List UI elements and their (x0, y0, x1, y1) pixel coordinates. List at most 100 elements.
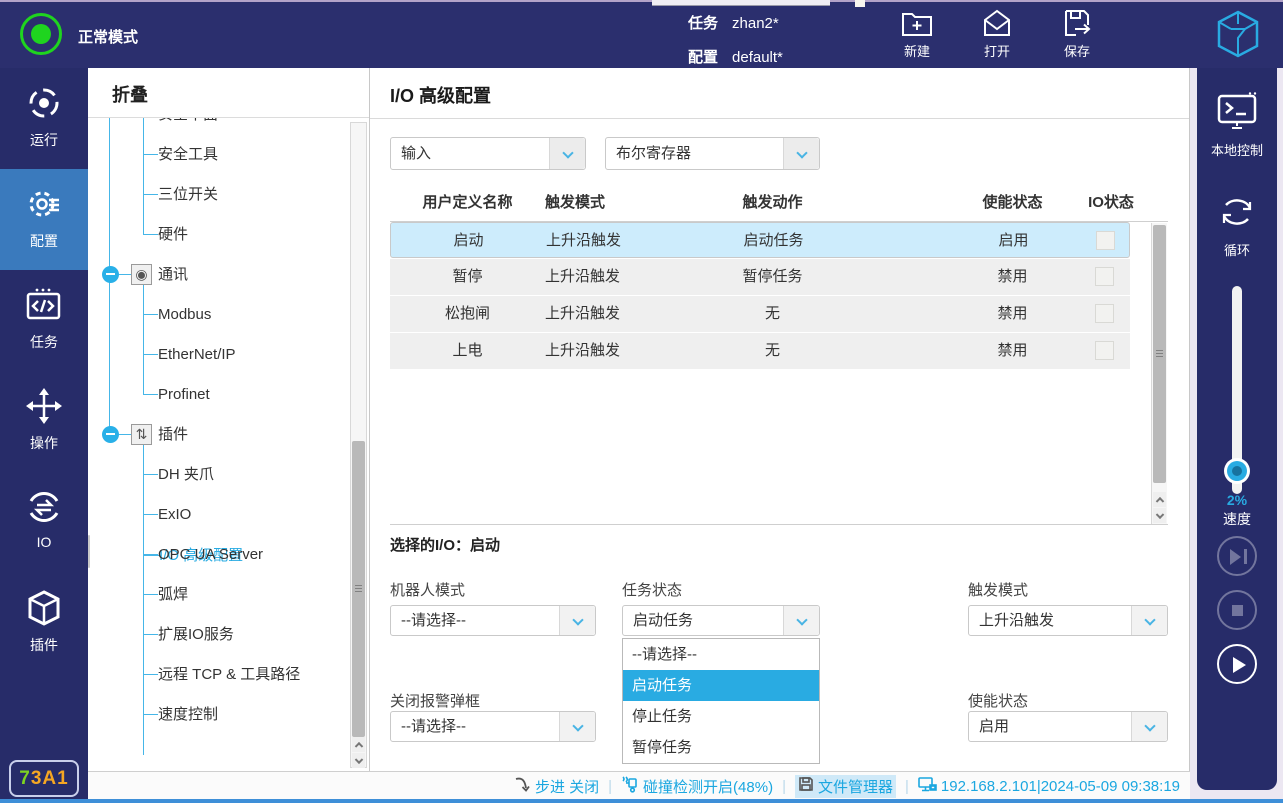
trigger-mode-value: 上升沿触发 (979, 606, 1054, 635)
close-alarm-select[interactable]: --请选择-- (390, 711, 596, 742)
task-state-select[interactable]: 启动任务 (622, 605, 820, 636)
tree-branch-tick (143, 314, 158, 315)
speed-label: 速度 (1197, 509, 1277, 529)
dropdown-option[interactable]: --请选择-- (623, 639, 819, 670)
step-forward-button[interactable] (1217, 536, 1257, 576)
step-toggle[interactable]: 步进 关闭 (514, 776, 599, 797)
tree-item[interactable]: ⇅ 插件 (88, 415, 346, 455)
table-row[interactable]: 暂停 上升沿触发 暂停任务 禁用 (390, 259, 1130, 295)
stop-icon (1232, 605, 1243, 616)
col-trigger-action: 触发动作 (665, 185, 880, 221)
table-rows: 启动 上升沿触发 启动任务 启用 暂停 上升沿触发 暂停任务 禁用 (390, 222, 1168, 369)
scroll-up-button[interactable] (1153, 492, 1166, 507)
tree-item[interactable]: 三位开关 (88, 175, 346, 215)
config-icon (0, 185, 88, 223)
table-row[interactable]: 启动 上升沿触发 启动任务 启用 (390, 222, 1130, 258)
step-label: 步进 关闭 (535, 776, 599, 797)
scroll-down-button[interactable] (352, 753, 365, 768)
nav-item-operate[interactable]: 操作 (0, 371, 88, 472)
tree-scrollbar-thumb[interactable] (352, 441, 365, 737)
register-type-value: 布尔寄存器 (616, 138, 691, 169)
enable-state-label: 使能状态 (968, 690, 1028, 711)
enable-state-value: 启用 (979, 712, 1009, 741)
stop-button[interactable] (1217, 590, 1257, 630)
scroll-up-button[interactable] (352, 737, 365, 752)
network-status[interactable]: 192.168.2.101|2024-05-09 09:38:19 (918, 776, 1180, 797)
tree-item[interactable]: OPC UA Server (88, 535, 346, 575)
io-table: 启动 上升沿触发 启动任务 启用 暂停 上升沿触发 暂停任务 禁用 (390, 221, 1168, 525)
scroll-down-button[interactable] (1153, 508, 1166, 523)
collision-detect-toggle[interactable]: 碰撞检测开启(48%) (621, 776, 773, 797)
right-rail: 本地控制 循环 2% 速度 (1197, 68, 1277, 790)
tree-item[interactable]: ExIO (88, 495, 346, 535)
collapse-node-icon[interactable] (102, 266, 119, 283)
collapse-node-icon[interactable] (102, 426, 119, 443)
tree-item[interactable]: DH 夹爪 (88, 455, 346, 495)
table-scrollbar-thumb[interactable] (1153, 225, 1166, 483)
tree-item-label: 弧焊 (158, 575, 188, 615)
tree-branch-tick (143, 714, 158, 715)
io-direction-value: 输入 (401, 138, 431, 169)
file-manager-button[interactable]: 文件管理器 (795, 775, 896, 798)
nav-item-config[interactable]: 配置 (0, 169, 88, 270)
page-title: I/O 高级配置 (390, 82, 491, 108)
play-button[interactable] (1217, 644, 1257, 684)
nav-item-io[interactable]: IO (0, 472, 88, 573)
io-state-checkbox[interactable] (1095, 341, 1114, 360)
save-icon (1049, 8, 1105, 38)
io-state-checkbox[interactable] (1095, 267, 1114, 286)
tree-node-icon: ◉ (131, 264, 152, 285)
tree-branch-tick (143, 554, 158, 555)
loop-button[interactable]: 循环 (1197, 190, 1277, 259)
file-manager-label: 文件管理器 (818, 776, 893, 797)
table-scrollbar[interactable] (1151, 223, 1167, 524)
nav-item-task[interactable]: 任务 (0, 270, 88, 371)
tree-item-label: Modbus (158, 295, 211, 335)
speed-slider-knob[interactable] (1224, 458, 1250, 484)
robot-mode-select[interactable]: --请选择-- (390, 605, 596, 636)
table-row[interactable]: 上电 上升沿触发 无 禁用 (390, 333, 1130, 369)
cell-name: 暂停 (390, 259, 545, 295)
tree-scrollbar[interactable] (350, 122, 367, 768)
dropdown-option[interactable]: 暂停任务 (623, 732, 819, 763)
tree-item[interactable]: 扩展IO服务 (88, 615, 346, 655)
dropdown-option[interactable]: 启动任务 (623, 670, 819, 701)
io-state-checkbox[interactable] (1095, 304, 1114, 323)
tree-item[interactable]: 弧焊 (88, 575, 346, 615)
save-button[interactable]: 保存 (1049, 8, 1105, 60)
cell-trigger-mode: 上升沿触发 (546, 223, 666, 259)
window-artifact (652, 0, 830, 6)
table-row[interactable]: 松抱闸 上升沿触发 无 禁用 (390, 296, 1130, 332)
tree-item[interactable]: 远程 TCP & 工具路径 (88, 655, 346, 695)
tree-item[interactable]: Modbus (88, 295, 346, 335)
tree-item[interactable]: 速度控制 (88, 695, 346, 735)
tree-item[interactable]: EtherNet/IP (88, 335, 346, 375)
new-button[interactable]: 新建 (889, 8, 945, 60)
tree-branch-tick (143, 674, 158, 675)
task-name-row: 任务zhan2* (688, 12, 779, 33)
tree-branch-tick (143, 234, 158, 235)
io-state-checkbox[interactable] (1096, 231, 1115, 250)
local-control-button[interactable]: 本地控制 (1197, 90, 1277, 159)
nav-item-run[interactable]: 运行 (0, 68, 88, 169)
badge-char: 1 (57, 768, 69, 789)
tree-branch-tick (143, 474, 158, 475)
tree-item[interactable]: 安全工具 (88, 135, 346, 175)
tree-item[interactable]: 硬件 (88, 215, 346, 255)
tree-branch-tick (143, 154, 158, 155)
collapse-all-button[interactable]: 折叠 (112, 81, 148, 107)
trigger-mode-select[interactable]: 上升沿触发 (968, 605, 1168, 636)
tree-item[interactable]: ◉ 通讯 (88, 255, 346, 295)
trigger-mode-label: 触发模式 (968, 579, 1028, 600)
open-button[interactable]: 打开 (969, 8, 1025, 60)
open-icon (969, 8, 1025, 38)
dropdown-option[interactable]: 停止任务 (623, 701, 819, 732)
cell-enable-state: 禁用 (920, 333, 1105, 369)
nav-item-plugin[interactable]: 插件 (0, 573, 88, 674)
enable-state-select[interactable]: 启用 (968, 711, 1168, 742)
tree-item[interactable]: Profinet (88, 375, 346, 415)
register-type-select[interactable]: 布尔寄存器 (605, 137, 820, 170)
close-alarm-label: 关闭报警弹框 (390, 690, 480, 711)
tree-item-label: 速度控制 (158, 695, 218, 735)
io-direction-select[interactable]: 输入 (390, 137, 586, 170)
